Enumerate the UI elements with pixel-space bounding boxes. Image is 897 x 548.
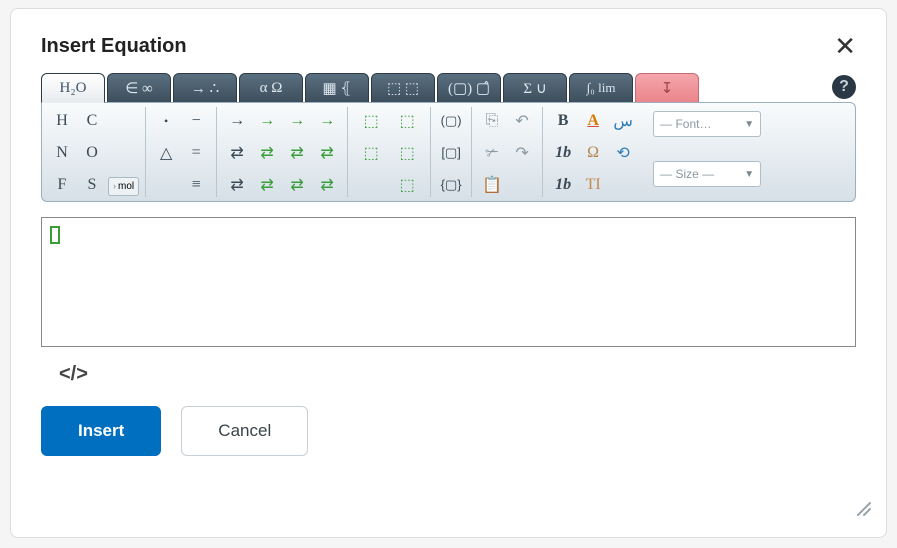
tab-arrows[interactable]: → ∴ — [173, 73, 237, 103]
download-icon: ↧ — [661, 79, 674, 98]
tab-download[interactable]: ↧ — [635, 73, 699, 103]
equil-over-button[interactable]: ⇄ — [283, 139, 311, 167]
presub-template-button[interactable]: ⬚ — [354, 139, 388, 167]
ribbon-group-arrows: → ⇄ ⇄ → ⇄ ⇄ → ⇄ ⇄ → ⇄ ⇄ — [223, 107, 348, 197]
size-placeholder: — Size — — [660, 167, 714, 181]
chevron-down-icon: ▼ — [744, 119, 754, 130]
superscript-template-button[interactable]: ⬚ — [390, 107, 424, 135]
equals-button[interactable]: = — [182, 139, 210, 167]
button-label: Cancel — [218, 421, 271, 441]
undo-icon[interactable]: ↶ — [508, 107, 536, 135]
ribbon-group-ops: • △ − = ≡ — [152, 107, 217, 197]
paren-button[interactable]: (▢) — [437, 107, 465, 135]
cut-icon[interactable]: ✃ — [478, 139, 506, 167]
textcolor-button[interactable]: A — [579, 107, 607, 135]
style-1b-button[interactable]: 1b — [549, 139, 577, 167]
dot-button[interactable]: • — [152, 107, 180, 135]
tab-label: Σ ∪ — [523, 79, 546, 98]
font-dropdown[interactable]: — Font… ▼ — [653, 111, 761, 137]
ribbon-group-textstyle: B 1b 1b A Ω TI س ⟲ — [549, 107, 643, 197]
tab-matrices[interactable]: ▦ ⦃ — [305, 73, 369, 103]
rtl-icon[interactable]: س — [609, 107, 637, 135]
tab-label: ∈ ∞ — [125, 79, 153, 98]
chevron-right-icon: › — [113, 181, 116, 191]
mol-button[interactable]: › mol — [108, 177, 139, 196]
minus-button[interactable]: − — [182, 107, 210, 135]
equil-labeled2-button[interactable]: ⇄ — [253, 171, 281, 199]
ribbon-group-clipboard: ⎘ ✃ 📋 ↶ ↷ — [478, 107, 543, 197]
equilibrium-button[interactable]: ⇄ — [223, 139, 251, 167]
tab-label: α Ω — [260, 80, 283, 97]
equil-underover2-button[interactable]: ⇄ — [313, 171, 341, 199]
subscript-template-button[interactable]: ⬚ — [354, 107, 388, 135]
ribbon: H N F C O S › mol • △ − = — [41, 102, 856, 202]
font-placeholder: — Font… — [660, 117, 711, 131]
insert-button[interactable]: Insert — [41, 406, 161, 456]
tab-label: ▦ ⦃ — [323, 79, 352, 98]
ribbon-group-templates: ⬚ ⬚ ⬚ ⬚ ⬚ — [354, 107, 431, 197]
arrow-over-button[interactable]: → — [283, 107, 311, 135]
mol-label: mol — [118, 181, 134, 192]
equilibrium2-button[interactable]: ⇄ — [223, 171, 251, 199]
tab-bigops[interactable]: Σ ∪ — [503, 73, 567, 103]
cancel-button[interactable]: Cancel — [181, 406, 308, 456]
equation-editor[interactable] — [41, 217, 856, 347]
element-c-button[interactable]: C — [78, 107, 106, 135]
tab-label: → ∴ — [191, 79, 219, 98]
dialog-header: Insert Equation ✕ — [41, 33, 856, 59]
style-1b-italic-button[interactable]: 1b — [549, 171, 577, 199]
equil-over2-button[interactable]: ⇄ — [283, 171, 311, 199]
dialog-title: Insert Equation — [41, 35, 187, 58]
equil-labeled-button[interactable]: ⇄ — [253, 139, 281, 167]
arrow-labeled-button[interactable]: → — [253, 107, 281, 135]
tab-set-theory[interactable]: ∈ ∞ — [107, 73, 171, 103]
cycle-icon[interactable]: ⟲ — [609, 139, 637, 167]
ti-button[interactable]: TI — [579, 171, 607, 199]
bold-button[interactable]: B — [549, 107, 577, 135]
tab-greek[interactable]: α Ω — [239, 73, 303, 103]
arrow-right-button[interactable]: → — [223, 107, 251, 135]
copy-icon[interactable]: ⎘ — [478, 107, 506, 135]
equil-underover-button[interactable]: ⇄ — [313, 139, 341, 167]
bracket-button[interactable]: [▢] — [437, 139, 465, 167]
help-icon[interactable]: ? — [832, 75, 856, 99]
triangle-button[interactable]: △ — [152, 139, 180, 167]
ribbon-group-fences: (▢) [▢] {▢} — [437, 107, 472, 197]
size-dropdown[interactable]: — Size — ▼ — [653, 161, 761, 187]
presubsup-template-button[interactable]: ⬚ — [390, 171, 424, 199]
element-n-button[interactable]: N — [48, 139, 76, 167]
dialog-footer: Insert Cancel — [41, 406, 856, 456]
insert-equation-dialog: Insert Equation ✕ ? H₂O ∈ ∞ → ∴ α Ω ▦ ⦃ … — [10, 8, 887, 538]
code-view-toggle[interactable]: </> — [59, 363, 88, 386]
tab-calculus[interactable]: ∫₀ lim — [569, 73, 633, 103]
tab-decorations[interactable]: (▢) ▢̂ — [437, 73, 501, 103]
ribbon-dropdowns: — Font… ▼ — Size — ▼ — [653, 107, 761, 197]
paste-icon[interactable]: 📋 — [478, 171, 506, 199]
chevron-down-icon: ▼ — [744, 169, 754, 180]
close-icon[interactable]: ✕ — [834, 33, 856, 59]
button-label: Insert — [78, 421, 124, 441]
subsup-template-button[interactable]: ⬚ — [390, 139, 424, 167]
element-f-button[interactable]: F — [48, 171, 76, 199]
arrow-underover-button[interactable]: → — [313, 107, 341, 135]
brace-button[interactable]: {▢} — [437, 171, 465, 199]
tab-label: H₂O — [60, 80, 87, 97]
omega-icon[interactable]: Ω — [579, 139, 607, 167]
tabs-row: H₂O ∈ ∞ → ∴ α Ω ▦ ⦃ ⬚ ⬚ (▢) ▢̂ Σ ∪ ∫₀ li… — [41, 73, 856, 103]
equation-toolbar: ? H₂O ∈ ∞ → ∴ α Ω ▦ ⦃ ⬚ ⬚ (▢) ▢̂ Σ ∪ ∫₀ … — [41, 73, 856, 203]
element-h-button[interactable]: H — [48, 107, 76, 135]
resize-grip-icon[interactable] — [852, 497, 872, 523]
element-o-button[interactable]: O — [78, 139, 106, 167]
ribbon-group-elements: H N F C O S › mol — [48, 107, 146, 197]
tab-chemistry[interactable]: H₂O — [41, 73, 105, 103]
equiv-button[interactable]: ≡ — [182, 171, 210, 199]
insertion-cursor-icon — [50, 226, 60, 244]
element-s-button[interactable]: S — [78, 171, 106, 199]
tab-label: ∫₀ lim — [587, 80, 616, 96]
tab-layout[interactable]: ⬚ ⬚ — [371, 73, 435, 103]
redo-icon[interactable]: ↷ — [508, 139, 536, 167]
tab-label: (▢) ▢̂ — [448, 79, 490, 98]
tab-label: ⬚ ⬚ — [387, 79, 419, 98]
